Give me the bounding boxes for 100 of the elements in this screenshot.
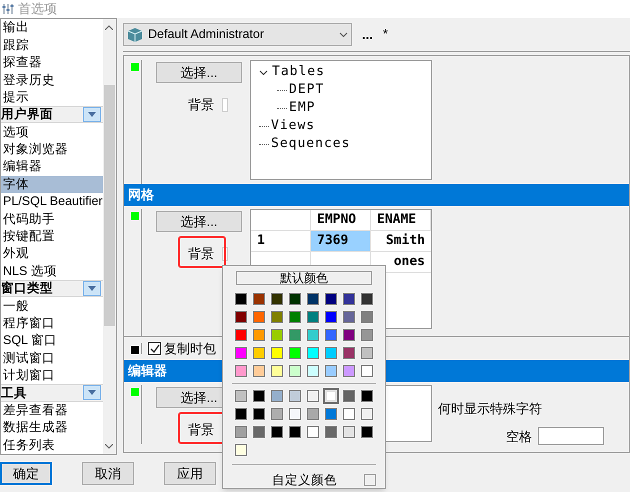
color-swatch[interactable]: [325, 293, 337, 305]
color-swatch[interactable]: [343, 311, 355, 323]
color-swatch[interactable]: [361, 426, 373, 438]
sidebar-item[interactable]: 计划窗口: [1, 366, 103, 384]
background-color-box[interactable]: [222, 98, 228, 112]
sidebar-item[interactable]: 按键配置: [1, 228, 103, 246]
color-swatch[interactable]: [235, 311, 247, 323]
color-swatch[interactable]: [343, 347, 355, 359]
color-swatch[interactable]: [253, 365, 265, 377]
color-swatch[interactable]: [361, 347, 373, 359]
color-swatch[interactable]: [235, 365, 247, 377]
color-swatch[interactable]: [343, 365, 355, 377]
color-swatch[interactable]: [235, 426, 247, 438]
color-swatch[interactable]: [235, 408, 247, 420]
sidebar-item[interactable]: 任务列表: [1, 436, 103, 454]
color-swatch[interactable]: [289, 426, 301, 438]
sidebar-item[interactable]: NLS 选项: [1, 262, 103, 280]
color-swatch[interactable]: [323, 388, 339, 404]
color-swatch[interactable]: [343, 390, 355, 402]
tree-item[interactable]: DEPT: [289, 80, 324, 100]
sidebar-item[interactable]: 测试窗口: [1, 349, 103, 367]
sidebar-item[interactable]: 选项: [1, 123, 103, 141]
sidebar-item[interactable]: 登录历史: [1, 71, 103, 89]
sidebar-item[interactable]: 一般: [1, 297, 103, 315]
color-swatch[interactable]: [235, 444, 247, 456]
color-swatch[interactable]: [361, 390, 373, 402]
color-swatch[interactable]: [271, 293, 283, 305]
collapse-button[interactable]: [82, 385, 101, 400]
default-color-button[interactable]: 默认颜色: [236, 271, 372, 285]
color-swatch[interactable]: [253, 329, 265, 341]
color-swatch[interactable]: [307, 311, 319, 323]
color-swatch[interactable]: [271, 408, 283, 420]
custom-color-label[interactable]: 自定义颜色: [272, 471, 337, 490]
custom-color-box[interactable]: [364, 474, 376, 486]
color-swatch[interactable]: [361, 329, 373, 341]
color-swatch[interactable]: [235, 347, 247, 359]
color-swatch[interactable]: [235, 293, 247, 305]
color-swatch[interactable]: [343, 408, 355, 420]
color-swatch[interactable]: [343, 329, 355, 341]
color-swatch[interactable]: [307, 365, 319, 377]
color-swatch[interactable]: [235, 390, 247, 402]
space-field[interactable]: [538, 427, 604, 446]
color-swatch[interactable]: [289, 311, 301, 323]
sidebar-item[interactable]: 差异查看器: [1, 402, 103, 419]
color-swatch[interactable]: [253, 347, 265, 359]
scroll-up-icon[interactable]: [105, 24, 114, 30]
color-swatch[interactable]: [253, 426, 265, 438]
sidebar-item[interactable]: 跟踪: [1, 36, 103, 54]
color-swatch[interactable]: [289, 408, 301, 420]
color-swatch[interactable]: [325, 311, 337, 323]
checkbox[interactable]: [148, 342, 161, 355]
more-button[interactable]: ...: [362, 24, 373, 44]
color-swatch[interactable]: [271, 365, 283, 377]
color-swatch[interactable]: [289, 390, 301, 402]
color-swatch[interactable]: [253, 390, 265, 402]
color-swatch[interactable]: [325, 365, 337, 377]
color-swatch[interactable]: [307, 390, 319, 402]
collapse-button[interactable]: [82, 281, 101, 296]
color-swatch[interactable]: [307, 347, 319, 359]
sidebar-item[interactable]: 编辑器: [1, 158, 103, 176]
sidebar-item[interactable]: 提示: [1, 88, 103, 106]
tree-item[interactable]: EMP: [289, 98, 316, 118]
sidebar-item[interactable]: 程序窗口: [1, 314, 103, 332]
sidebar-item[interactable]: 外观: [1, 245, 103, 262]
profile-dropdown[interactable]: Default Administrator: [123, 23, 352, 46]
sidebar-item[interactable]: 探查器: [1, 54, 103, 72]
color-swatch[interactable]: [271, 329, 283, 341]
color-swatch[interactable]: [289, 365, 301, 377]
color-swatch[interactable]: [271, 347, 283, 359]
color-swatch[interactable]: [253, 311, 265, 323]
color-swatch[interactable]: [325, 347, 337, 359]
color-swatch[interactable]: [343, 426, 355, 438]
color-swatch[interactable]: [289, 347, 301, 359]
color-swatch[interactable]: [307, 329, 319, 341]
scroll-thumb[interactable]: [104, 85, 115, 326]
color-swatch[interactable]: [325, 408, 337, 420]
choose-button[interactable]: 选择...: [156, 211, 242, 232]
dialog-button[interactable]: 取消: [82, 462, 134, 485]
tree-item[interactable]: Tables: [272, 62, 325, 82]
color-swatch[interactable]: [343, 293, 355, 305]
color-swatch[interactable]: [271, 426, 283, 438]
scroll-down-icon[interactable]: [105, 444, 114, 448]
color-swatch[interactable]: [307, 426, 319, 438]
color-swatch[interactable]: [289, 293, 301, 305]
dialog-button[interactable]: 应用: [164, 462, 216, 485]
color-swatch[interactable]: [325, 426, 337, 438]
color-swatch[interactable]: [289, 329, 301, 341]
color-swatch[interactable]: [325, 329, 337, 341]
collapse-button[interactable]: [82, 107, 101, 122]
sidebar-item[interactable]: SQL 窗口: [1, 332, 103, 350]
sidebar-item[interactable]: 数据生成器: [1, 418, 103, 436]
color-swatch[interactable]: [361, 365, 373, 377]
color-swatch[interactable]: [361, 408, 373, 420]
tree-item[interactable]: Sequences: [271, 134, 350, 154]
color-swatch[interactable]: [271, 390, 283, 402]
sidebar-item[interactable]: 对象浏览器: [1, 140, 103, 158]
scrollbar[interactable]: [102, 19, 116, 454]
color-swatch[interactable]: [307, 408, 319, 420]
sidebar-item[interactable]: 输出: [1, 19, 103, 36]
color-swatch[interactable]: [361, 293, 373, 305]
